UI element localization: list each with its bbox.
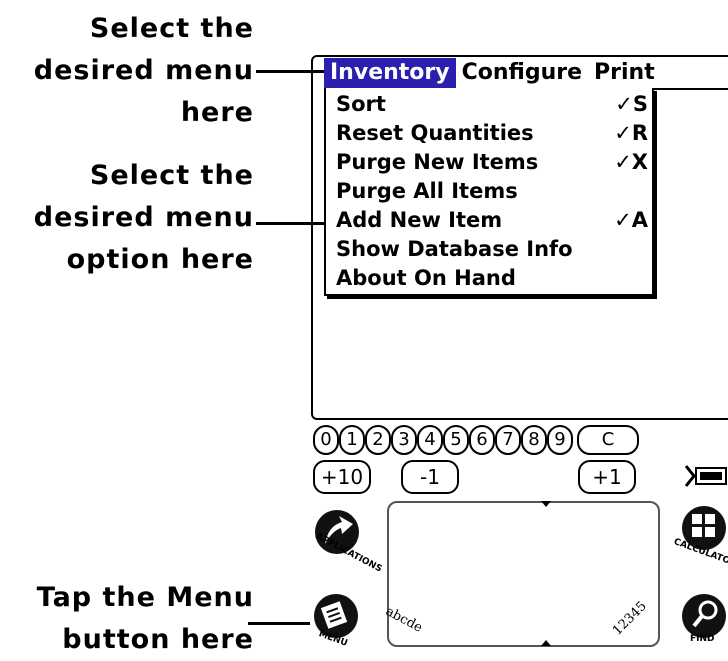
digit-key-6[interactable]: 6 (469, 425, 495, 455)
menu-print[interactable]: Print (588, 58, 661, 88)
clear-key[interactable]: C (577, 425, 639, 455)
callout-menu-button: Tap the Menu button here (37, 577, 254, 661)
callout-select-menu: Select the desired menu here (34, 8, 254, 134)
menu-configure[interactable]: Configure (456, 58, 588, 88)
menu-item-shortcut: ✓A (614, 208, 648, 232)
menu-item-show-database-info[interactable]: Show Database Info (336, 235, 648, 264)
digit-key-3[interactable]: 3 (391, 425, 417, 455)
minus-one-button[interactable]: -1 (401, 460, 459, 494)
digit-key-1[interactable]: 1 (339, 425, 365, 455)
menu-item-label: Purge All Items (336, 179, 518, 203)
digit-key-5[interactable]: 5 (443, 425, 469, 455)
menu-item-label: Purge New Items (336, 150, 539, 174)
callout-line: here (180, 97, 254, 128)
menu-inventory[interactable]: Inventory (324, 58, 456, 88)
menu-item-label: Show Database Info (336, 237, 573, 261)
digit-key-8[interactable]: 8 (521, 425, 547, 455)
plus-ten-button[interactable]: +10 (313, 460, 371, 494)
callout-line: Select the (89, 160, 254, 191)
digit-key-7[interactable]: 7 (495, 425, 521, 455)
digit-key-0[interactable]: 0 (313, 425, 339, 455)
menu-item-shortcut: ✓X (614, 150, 648, 174)
menu-item-label: About On Hand (336, 266, 516, 290)
callout-line: Select the (89, 13, 254, 44)
callout-line: desired menu (33, 55, 254, 86)
find-label: FIND (690, 634, 715, 644)
digit-key-4[interactable]: 4 (417, 425, 443, 455)
menu-item-purge-all-items[interactable]: Purge All Items (336, 177, 648, 206)
digit-key-2[interactable]: 2 (365, 425, 391, 455)
inventory-dropdown: Sort ✓S Reset Quantities ✓R Purge New It… (324, 88, 654, 296)
digit-key-9[interactable]: 9 (547, 425, 573, 455)
callout-line: button here (62, 624, 254, 655)
menu-item-about-on-hand[interactable]: About On Hand (336, 264, 648, 293)
menu-item-reset-quantities[interactable]: Reset Quantities ✓R (336, 119, 648, 148)
menu-item-label: Reset Quantities (336, 121, 534, 145)
menu-item-shortcut: ✓R (614, 121, 648, 145)
graffiti-divider-bottom (541, 640, 551, 646)
menu-item-purge-new-items[interactable]: Purge New Items ✓X (336, 148, 648, 177)
menu-item-add-new-item[interactable]: Add New Item ✓A (336, 206, 648, 235)
menu-item-label: Sort (336, 92, 386, 116)
battery-icon (684, 465, 727, 487)
menu-bar: Inventory Configure Print (324, 57, 728, 89)
menu-item-sort[interactable]: Sort ✓S (336, 90, 648, 119)
callout-line: Tap the Menu (36, 582, 254, 613)
menu-item-label: Add New Item (336, 208, 503, 232)
graffiti-divider-top (541, 501, 551, 507)
leader-line-button (248, 622, 310, 625)
plus-one-button[interactable]: +1 (578, 460, 636, 494)
callout-select-option: Select the desired menu option here (34, 155, 254, 281)
callout-line: option here (66, 244, 254, 275)
callout-line: desired menu (33, 202, 254, 233)
menu-item-shortcut: ✓S (615, 92, 648, 116)
